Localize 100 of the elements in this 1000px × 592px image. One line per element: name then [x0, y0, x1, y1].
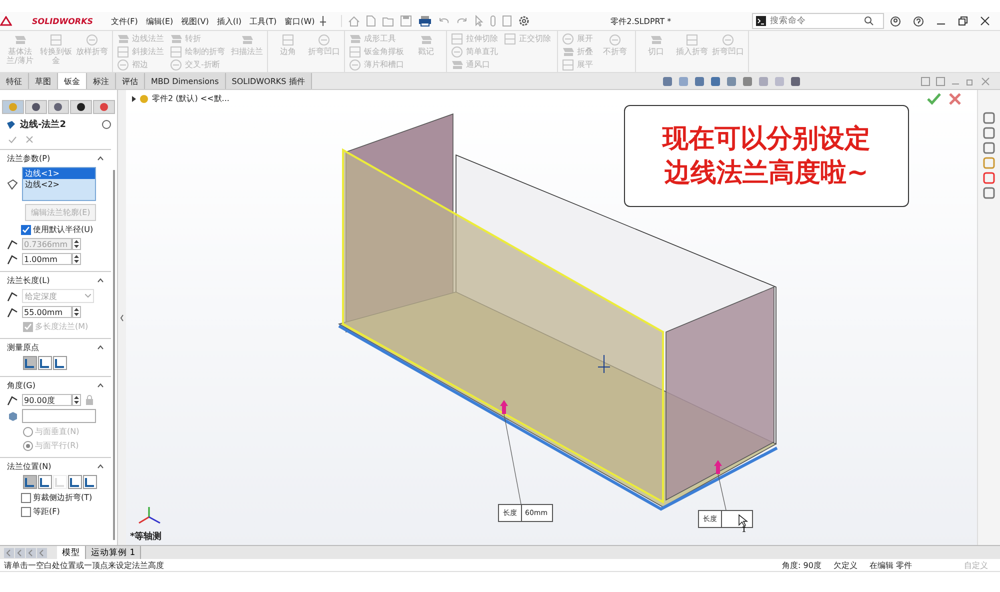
settings-icon[interactable]: [518, 15, 530, 27]
face-icon: [7, 410, 18, 422]
mouse-cursor-icon: [738, 514, 748, 532]
spin-arrows-icon[interactable]: [72, 253, 81, 265]
edge-flange-icon: [6, 120, 16, 130]
check-icon: [22, 226, 30, 234]
bottom-tab[interactable]: 模型: [57, 546, 86, 559]
window-title: 零件2.SLDPRT *: [610, 16, 672, 26]
sheet-tool-icon: [240, 33, 254, 47]
collapse-caret-icon[interactable]: [97, 383, 104, 388]
checkbox[interactable]: 剪裁侧边折弯(T): [21, 492, 104, 503]
collapse-caret-icon[interactable]: [97, 156, 104, 161]
sheet-tool-icon: [116, 58, 130, 72]
sheet-tool-icon: [13, 33, 27, 47]
menu-item[interactable]: 编辑(E): [142, 16, 178, 26]
ds-logo-icon: [0, 16, 12, 26]
spin-field[interactable]: 55.00mm: [22, 306, 72, 318]
panel-tab[interactable]: [70, 100, 92, 114]
option-button[interactable]: [23, 356, 37, 370]
ribbon-tab[interactable]: 特征: [0, 73, 29, 89]
sheet-tool-icon: [503, 32, 517, 46]
expand-arrow-icon[interactable]: [132, 96, 136, 102]
document-icon[interactable]: [502, 15, 512, 27]
spin-field[interactable]: 90.00度: [22, 394, 72, 406]
user-icon[interactable]: [890, 16, 901, 26]
sheet-tool-icon: [561, 58, 575, 72]
menu-item[interactable]: 文件(F): [107, 16, 142, 26]
save-icon[interactable]: [400, 15, 412, 27]
drag-arrow-icon[interactable]: [500, 400, 508, 414]
search-field[interactable]: 搜索命令: [770, 16, 860, 26]
option-button[interactable]: [38, 356, 52, 370]
terminal-icon: [756, 16, 766, 26]
ribbon-tab[interactable]: 标注: [87, 73, 116, 89]
sheet-tool-icon: [85, 33, 99, 47]
cancel-icon[interactable]: [25, 135, 34, 144]
parameter-icon: [7, 306, 18, 318]
restore-icon[interactable]: [958, 16, 968, 26]
redo-icon[interactable]: [456, 16, 468, 26]
option-button[interactable]: [23, 475, 37, 489]
status-prompt: 请单击一空白处位置或一顶点来设定法兰高度: [3, 560, 165, 570]
option-button[interactable]: [68, 475, 82, 489]
pin-icon[interactable]: [318, 16, 327, 26]
list-item[interactable]: 边线<2>: [23, 179, 95, 190]
pointer-icon[interactable]: [474, 15, 484, 27]
sheet-tool-icon: [348, 58, 362, 72]
ok-icon[interactable]: [8, 135, 17, 144]
ribbon-tab[interactable]: 评估: [116, 73, 145, 89]
search-icon[interactable]: [864, 16, 874, 26]
option-button[interactable]: [38, 475, 52, 489]
list-item[interactable]: 边线<1>: [23, 168, 95, 179]
new-document-icon[interactable]: [366, 15, 376, 27]
sheet-tool-icon: [116, 44, 130, 58]
status-text: 在编辑 零件: [869, 560, 912, 570]
face-field[interactable]: [22, 409, 96, 423]
print-icon[interactable]: [418, 15, 432, 27]
checkbox[interactable]: 等距(F): [21, 506, 104, 517]
tree-item[interactable]: 零件2 (默认) <<默...: [152, 93, 230, 104]
section-title: 测量原点: [7, 342, 39, 353]
panel-title: 边线-法兰2: [20, 118, 67, 131]
ribbon-tab[interactable]: 钣金: [58, 73, 87, 89]
edge-list[interactable]: 边线<1> 边线<2>: [22, 167, 96, 201]
option-button[interactable]: [53, 356, 67, 370]
status-text: 自定义: [964, 560, 988, 570]
view-name: *等轴测: [130, 530, 162, 543]
sheet-tool-icon: [419, 33, 433, 47]
ribbon-tab[interactable]: SOLIDWORKS 插件: [226, 73, 312, 89]
bottom-tab[interactable]: 运动算例 1: [86, 546, 142, 559]
menu-item[interactable]: 工具(T): [246, 16, 281, 26]
panel-tab[interactable]: [24, 100, 47, 114]
sheet-tool-icon: [49, 33, 63, 47]
cancel-icon[interactable]: [949, 93, 962, 105]
drag-arrow-icon[interactable]: [714, 460, 722, 474]
ribbon-tab[interactable]: 草图: [29, 73, 58, 89]
collapse-caret-icon[interactable]: [97, 345, 104, 350]
collapse-caret-icon[interactable]: [97, 278, 104, 283]
sheet-tool-icon: [169, 58, 183, 72]
ribbon-tab[interactable]: MBD Dimensions: [145, 73, 226, 89]
origin-icon: [597, 354, 610, 374]
close-icon[interactable]: [980, 16, 990, 26]
spin-arrows-icon[interactable]: [72, 306, 81, 318]
leader-line: [718, 474, 726, 510]
spin-arrows-icon[interactable]: [72, 394, 81, 406]
menu-item[interactable]: 窗口(W): [280, 16, 319, 26]
menu-item[interactable]: 视图(V): [177, 16, 213, 26]
status-text: 欠定义: [833, 560, 858, 570]
option-button[interactable]: [83, 475, 97, 489]
parameter-icon: [7, 394, 18, 406]
collapse-caret-icon[interactable]: [97, 464, 104, 469]
confirm-icon[interactable]: [927, 93, 942, 105]
sheet-tool-icon: [317, 33, 331, 47]
spin-field[interactable]: 1.00mm: [22, 253, 72, 265]
menu-item[interactable]: 插入(I): [212, 16, 246, 26]
sheet-tool-icon: [649, 33, 663, 47]
edge-select-icon: [7, 178, 18, 190]
search-box[interactable]: 搜索命令: [752, 13, 884, 29]
checkbox[interactable]: 使用默认半径(U): [21, 224, 104, 235]
sheet-tool-icon: [348, 44, 362, 58]
undo-icon[interactable]: [438, 16, 450, 26]
sheet-tool-icon: [281, 33, 295, 47]
spin-arrows-icon[interactable]: [72, 238, 81, 250]
